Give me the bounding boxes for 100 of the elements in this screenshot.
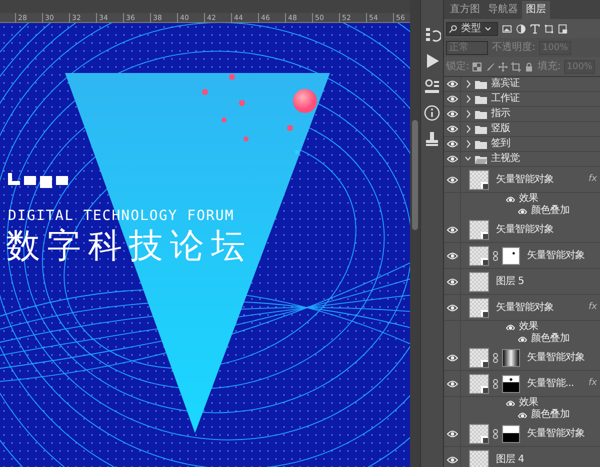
panel-tab[interactable]: 导航器 (484, 1, 522, 19)
eye-icon[interactable] (446, 354, 458, 362)
chevron-icon[interactable] (465, 110, 471, 118)
layer-mask-thumbnail[interactable] (502, 424, 520, 442)
layer-row[interactable]: 效果 (444, 193, 600, 205)
chevron-icon[interactable] (465, 95, 471, 103)
type-filter-icon[interactable] (530, 24, 540, 34)
layer-row[interactable]: 签到 (444, 137, 600, 152)
eye-icon[interactable] (446, 278, 458, 286)
layer-row[interactable]: 矢量智能... fx (444, 371, 600, 397)
eye-icon[interactable] (446, 140, 458, 148)
layer-mask-thumbnail[interactable] (502, 374, 520, 392)
layer-name: 竖版 (491, 123, 510, 135)
eye-icon[interactable] (518, 208, 527, 214)
layer-row[interactable]: 矢量智能对象 (444, 421, 600, 447)
eye-icon[interactable] (446, 456, 458, 464)
eye-icon[interactable] (446, 380, 458, 388)
eye-icon[interactable] (506, 324, 515, 330)
eye-icon[interactable] (446, 80, 458, 88)
layer-row[interactable]: 矢量智能对象 (444, 217, 600, 243)
eye-icon[interactable] (518, 412, 527, 418)
fx-label: fx (588, 301, 597, 313)
eye-icon[interactable] (506, 400, 515, 406)
layer-name: 工作证 (491, 93, 520, 105)
layer-mask-thumbnail[interactable] (502, 246, 520, 264)
layer-row[interactable]: 主视觉 (444, 152, 600, 167)
layer-row[interactable]: 指示 (444, 107, 600, 122)
layer-name: 颜色叠加 (531, 409, 570, 421)
eye-icon[interactable] (446, 430, 458, 438)
layer-row[interactable]: 图层 5 (444, 269, 600, 295)
properties-icon (423, 78, 441, 96)
filter-dropdown[interactable]: 类型 (446, 22, 498, 36)
smart-object-badge-icon (481, 386, 488, 392)
layer-row[interactable]: 颜色叠加 (444, 409, 600, 421)
smart-object-filter-icon[interactable] (558, 24, 568, 34)
eye-icon[interactable] (446, 226, 458, 234)
layer-name: 矢量智能对象 (496, 174, 554, 186)
layer-name: 嘉宾证 (491, 78, 520, 90)
chevron-icon[interactable] (465, 140, 471, 148)
adjustment-filter-icon[interactable] (516, 24, 526, 34)
eye-icon[interactable] (446, 155, 458, 163)
chevron-icon[interactable] (465, 80, 471, 88)
link-icon[interactable] (493, 378, 498, 388)
eye-icon[interactable] (446, 252, 458, 260)
logo-drawing (8, 173, 68, 188)
layer-row[interactable]: 竖版 (444, 122, 600, 137)
panel-tab[interactable]: 图层 (522, 1, 550, 19)
stamp-icon (423, 130, 441, 148)
layer-row[interactable]: 矢量智能对象 (444, 243, 600, 269)
smart-object-badge-icon (481, 182, 488, 188)
layer-row[interactable]: 效果 (444, 397, 600, 409)
eye-icon[interactable] (518, 336, 527, 342)
link-icon[interactable] (493, 250, 498, 260)
lock-icon[interactable] (524, 62, 534, 72)
layer-row[interactable]: 矢量智能对象 (444, 345, 600, 371)
layer-name: 图层 5 (496, 276, 524, 288)
layer-row[interactable]: 工作证 (444, 92, 600, 107)
layer-row[interactable]: 颜色叠加 (444, 333, 600, 345)
layer-thumbnail (469, 450, 489, 467)
layer-row[interactable]: 矢量智能对象 fx (444, 167, 600, 193)
layer-name: 效果 (519, 193, 538, 204)
caret-icon (485, 26, 491, 30)
layer-name: 效果 (519, 397, 538, 408)
eye-icon[interactable] (506, 196, 515, 202)
brush-icon[interactable] (485, 62, 496, 72)
history-icon (423, 26, 441, 44)
smart-object-badge-icon (481, 360, 488, 366)
chevron-icon[interactable] (465, 155, 471, 163)
layer-row[interactable]: 效果 (444, 321, 600, 333)
eye-icon[interactable] (446, 110, 458, 118)
layer-name: 指示 (491, 108, 510, 120)
layer-name: 矢量智能对象 (527, 352, 585, 364)
panel-tab[interactable]: 直方图 (446, 1, 484, 19)
artboard-icon[interactable] (511, 62, 522, 72)
eye-icon[interactable] (446, 95, 458, 103)
link-icon[interactable] (493, 352, 498, 362)
folder-icon (475, 154, 487, 164)
link-icon[interactable] (493, 428, 498, 438)
shape-filter-icon[interactable] (544, 24, 554, 34)
scrollbar[interactable] (410, 0, 420, 467)
image-filter-icon[interactable] (502, 24, 512, 34)
layer-name: 矢量智能对象 (527, 250, 585, 262)
layer-name: 颜色叠加 (531, 205, 570, 217)
chevron-icon[interactable] (465, 125, 471, 133)
folder-icon (475, 94, 487, 104)
layer-row[interactable]: 嘉宾证 (444, 77, 600, 92)
fx-label: fx (588, 173, 597, 185)
lock-pixels-icon[interactable] (472, 62, 482, 72)
layer-name: 效果 (519, 321, 538, 332)
eye-icon[interactable] (446, 125, 458, 133)
eye-icon[interactable] (446, 304, 458, 312)
opacity-label: 不透明度: (492, 42, 536, 54)
layer-mask-thumbnail[interactable] (502, 348, 520, 366)
layer-row[interactable]: 颜色叠加 (444, 205, 600, 217)
eye-icon[interactable] (446, 176, 458, 184)
move-icon[interactable] (498, 62, 508, 72)
layer-row[interactable]: 图层 4 (444, 447, 600, 467)
layer-row[interactable]: 矢量智能对象 fx (444, 295, 600, 321)
sphere-shape (293, 89, 317, 113)
info-icon (423, 104, 441, 122)
